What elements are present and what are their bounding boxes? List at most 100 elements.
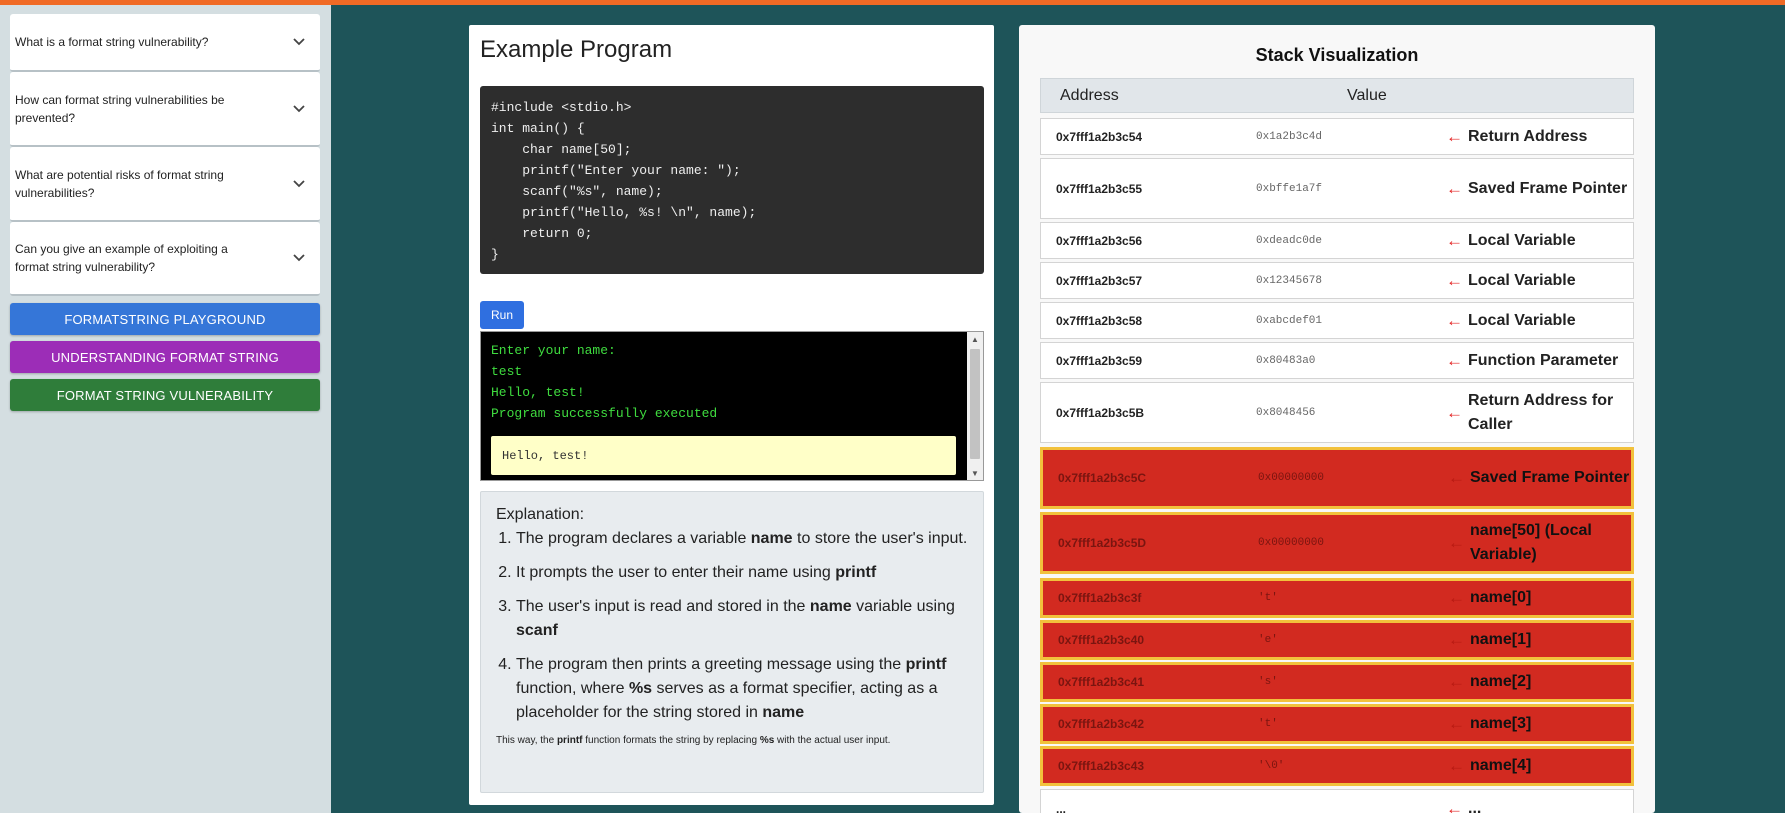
left-arrow-icon: ← [1446, 350, 1463, 370]
stack-address: 0x7fff1a2b3c55 [1056, 181, 1143, 196]
stack-value: 0xabcdef01 [1256, 314, 1323, 327]
stack-label: ... [1468, 800, 1482, 813]
sidebar: What is a format string vulnerability? H… [0, 5, 331, 813]
stack-label: name[3] [1470, 715, 1532, 732]
faq-item-risks[interactable]: What are potential risks of format strin… [10, 147, 320, 222]
left-arrow-icon: ← [1446, 230, 1463, 250]
console-line: Program successfully executed [491, 406, 718, 421]
stack-address: ... [1056, 802, 1067, 813]
stack-value: 0x80483a0 [1256, 354, 1316, 367]
stack-row: 0x7fff1a2b3c42 't' ← name[3] [1040, 704, 1634, 744]
stack-address: 0x7fff1a2b3c5C [1058, 471, 1147, 485]
stack-address: 0x7fff1a2b3c5D [1058, 536, 1147, 550]
stack-row: 0x7fff1a2b3c54 0x1a2b3c4d ← Return Address [1040, 118, 1634, 155]
stack-address: 0x7fff1a2b3c43 [1058, 759, 1145, 773]
stack-title: Stack Visualization [1255, 45, 1419, 65]
stack-label: Local Variable [1468, 271, 1576, 289]
faq-item-prevention[interactable]: How can format string vulnerabilities be… [10, 72, 320, 147]
left-arrow-icon: ← [1446, 799, 1463, 813]
stack-value: '\0' [1258, 760, 1285, 772]
program-output-box: Hello, test! [491, 436, 956, 475]
stack-row: 0x7fff1a2b3c57 0x12345678 ← Local Variable [1040, 262, 1634, 299]
stack-address: 0x7fff1a2b3c5B [1056, 405, 1145, 420]
address-column-header: Address [1060, 87, 1119, 104]
left-arrow-icon: ← [1446, 178, 1463, 198]
stack-address: 0x7fff1a2b3c40 [1058, 633, 1145, 647]
left-arrow-icon: ← [1448, 756, 1465, 775]
formatstring-playground-button[interactable]: FORMATSTRING PLAYGROUND [10, 303, 320, 335]
explanation-item: It prompts the user to enter their name … [516, 561, 968, 585]
stack-value: 's' [1258, 676, 1278, 688]
faq-item-example[interactable]: Can you give an example of exploiting a … [10, 222, 320, 296]
explanation-list: The program declares a variable name to … [496, 527, 968, 725]
stack-row: 0x7fff1a2b3c5C 0x00000000 ← Saved Frame Poi… [1040, 447, 1634, 509]
scroll-down-arrow-icon[interactable]: ▼ [967, 466, 983, 480]
code-block: #include <stdio.h> int main() { char nam… [480, 86, 984, 274]
stack-label: Return Address [1468, 127, 1588, 145]
faq-question: What are potential risks of format strin… [15, 167, 224, 200]
format-string-vulnerability-button[interactable]: FORMAT STRING VULNERABILITY [10, 379, 320, 411]
stack-value: 0x8048456 [1256, 406, 1316, 419]
example-program-panel: Example Program #include <stdio.h> int m… [469, 25, 994, 805]
panel-title: Example Program [480, 36, 673, 63]
stack-row: 0x7fff1a2b3c5D 0x00000000 ← name[50] (Local… [1040, 512, 1634, 574]
stack-value: 't' [1258, 592, 1278, 604]
console-line: Hello, test! [491, 385, 585, 400]
chevron-down-icon [290, 100, 308, 118]
stack-address: 0x7fff1a2b3c3f [1058, 591, 1142, 605]
stack-address: 0x7fff1a2b3c56 [1056, 233, 1143, 248]
explanation-item: The user's input is read and stored in t… [516, 595, 968, 643]
faq-item-what-is[interactable]: What is a format string vulnerability? [10, 14, 320, 72]
faq-question: Can you give an example of exploiting a … [15, 242, 228, 274]
stack-address: 0x7fff1a2b3c59 [1056, 353, 1143, 368]
understanding-format-string-button[interactable]: UNDERSTANDING FORMAT STRING [10, 341, 320, 373]
stack-label: Local Variable [1468, 231, 1576, 249]
stack-label: name[4] [1470, 757, 1532, 774]
stack-address: 0x7fff1a2b3c41 [1058, 675, 1145, 689]
stack-label: Return Address for Caller [1468, 391, 1614, 433]
console-output[interactable]: Enter your name: test Hello, test! Progr… [480, 331, 984, 481]
stack-label: Function Parameter [1468, 351, 1619, 369]
stack-value: 'e' [1258, 634, 1278, 646]
stack-row: 0x7fff1a2b3c43 '\0' ← name[4] [1040, 746, 1634, 786]
console-scrollbar[interactable]: ▲ ▼ [967, 332, 983, 480]
stack-row: ... ←... [1040, 789, 1634, 813]
left-arrow-icon: ← [1446, 126, 1463, 146]
stack-label: name[0] [1470, 589, 1532, 606]
stack-value: 0xbffe1a7f [1256, 182, 1323, 195]
chevron-down-icon [290, 33, 308, 51]
stack-label: Local Variable [1468, 311, 1576, 329]
stack-visualization-panel: Stack Visualization Address Value 0x7fff… [1019, 25, 1655, 813]
stack-value: 't' [1258, 718, 1278, 730]
faq-question: How can format string vulnerabilities be… [15, 92, 225, 125]
stack-address: 0x7fff1a2b3c54 [1056, 129, 1143, 144]
stack-row: 0x7fff1a2b3c5B 0x8048456 ← Return Address f… [1040, 382, 1634, 443]
run-button[interactable]: Run [480, 301, 524, 329]
chevron-down-icon [290, 175, 308, 193]
explanation-note: This way, the printf function formats th… [496, 735, 891, 746]
explanation-item: The program then prints a greeting messa… [516, 653, 968, 725]
stack-row: 0x7fff1a2b3c41 's' ← name[2] [1040, 662, 1634, 702]
stack-label: name[1] [1470, 631, 1532, 648]
stack-row: 0x7fff1a2b3c59 0x80483a0 ← Function Paramet… [1040, 342, 1634, 379]
left-arrow-icon: ← [1446, 310, 1463, 330]
scrollbar-thumb[interactable] [970, 349, 980, 459]
stack-address: 0x7fff1a2b3c42 [1058, 717, 1145, 731]
stack-table-header: Address Value [1040, 78, 1634, 113]
stack-row: 0x7fff1a2b3c40 'e' ← name[1] [1040, 620, 1634, 660]
left-arrow-icon: ← [1448, 468, 1465, 487]
scroll-up-arrow-icon[interactable]: ▲ [967, 332, 983, 346]
stack-label: Saved Frame Pointer [1470, 469, 1630, 486]
console-line: Enter your name: [491, 343, 616, 358]
explanation-item: The program declares a variable name to … [516, 527, 968, 551]
stack-value: 0x12345678 [1256, 274, 1323, 287]
stack-address: 0x7fff1a2b3c57 [1056, 273, 1143, 288]
stack-label: Saved Frame Pointer [1468, 179, 1628, 197]
stack-value: 0x00000000 [1258, 537, 1325, 549]
left-arrow-icon: ← [1448, 630, 1465, 649]
value-column-header: Value [1347, 87, 1387, 104]
stack-address: 0x7fff1a2b3c58 [1056, 313, 1143, 328]
left-arrow-icon: ← [1448, 533, 1465, 552]
chevron-down-icon [290, 249, 308, 267]
stack-value: 0x1a2b3c4d [1256, 130, 1323, 143]
